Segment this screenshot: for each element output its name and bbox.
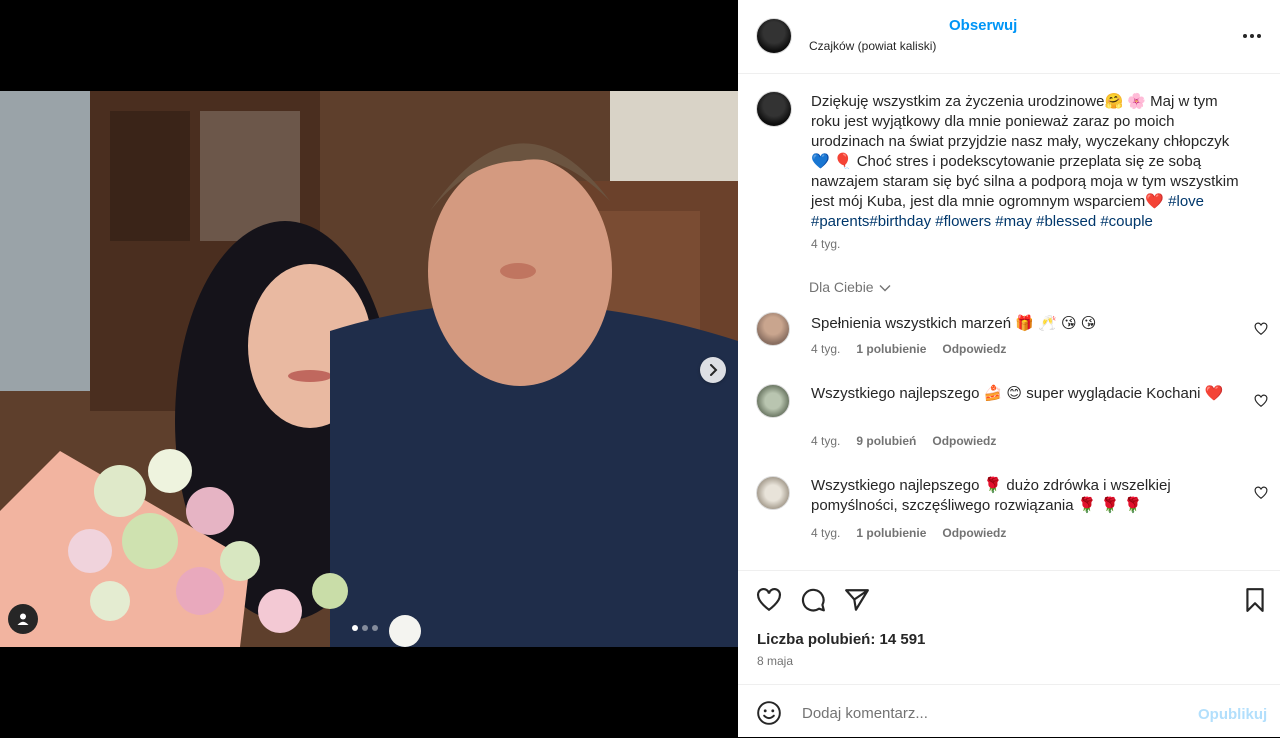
like-icon[interactable] — [756, 587, 782, 613]
comment-icon[interactable] — [800, 587, 826, 613]
post-caption: Dziękuję wszystkim za życzenia urodzinow… — [811, 92, 1241, 232]
author-avatar[interactable] — [756, 18, 792, 54]
follow-button[interactable]: Obserwuj — [949, 17, 1017, 34]
comment-text: Spełnienia wszystkich marzeń 🎁 🥂 😘 😘 — [811, 315, 1097, 332]
like-comment-icon[interactable] — [1254, 322, 1268, 336]
like-comment-icon[interactable] — [1254, 394, 1268, 408]
comment-likes[interactable]: 1 polubienie — [856, 526, 926, 540]
comment-likes[interactable]: 1 polubienie — [856, 342, 926, 356]
caption-timestamp: 4 tyg. — [811, 237, 841, 251]
chevron-down-icon — [879, 285, 891, 292]
reply-button[interactable]: Odpowiedz — [942, 526, 1006, 540]
carousel-dot-1 — [352, 625, 358, 631]
like-comment-icon[interactable] — [1254, 486, 1268, 500]
comment-likes[interactable]: 9 polubień — [856, 434, 916, 448]
likes-count[interactable]: Liczba polubień: 14 591 — [757, 631, 925, 648]
reply-button[interactable]: Odpowiedz — [942, 342, 1006, 356]
chevron-right-icon — [710, 364, 718, 376]
reply-button[interactable]: Odpowiedz — [932, 434, 996, 448]
comment-meta: 4 tyg. 9 polubień Odpowiedz — [811, 434, 996, 448]
publish-button[interactable]: Opublikuj — [1198, 706, 1267, 723]
for-you-label: Dla Ciebie — [809, 279, 874, 295]
user-icon — [17, 613, 29, 625]
carousel-dot-3 — [372, 625, 378, 631]
post-date: 8 maja — [757, 654, 794, 668]
bookmark-icon[interactable] — [1242, 587, 1268, 613]
add-comment-bar: Opublikuj — [738, 684, 1280, 738]
more-options-icon[interactable] — [1240, 24, 1264, 48]
comment-meta: 4 tyg. 1 polubienie Odpowiedz — [811, 342, 1006, 356]
for-you-dropdown[interactable]: Dla Ciebie — [809, 279, 891, 295]
commenter-avatar[interactable] — [756, 384, 790, 418]
comment-time: 4 tyg. — [811, 342, 841, 356]
comment-time: 4 tyg. — [811, 526, 841, 540]
post-header: Obserwuj Czajków (powiat kaliski) — [738, 0, 1280, 74]
location-link[interactable]: Czajków (powiat kaliski) — [809, 39, 936, 53]
tagged-users-button[interactable] — [8, 604, 38, 634]
commenter-avatar[interactable] — [756, 476, 790, 510]
photo-illustration — [0, 91, 738, 647]
post-photo[interactable] — [0, 91, 738, 647]
comment-meta: 4 tyg. 1 polubienie Odpowiedz — [811, 526, 1006, 540]
emoji-icon[interactable] — [756, 700, 782, 726]
caption-author-avatar[interactable] — [756, 91, 792, 127]
comment-text: Wszystkiego najlepszego 🌹 dużo zdrówka i… — [811, 477, 1171, 514]
share-icon[interactable] — [844, 587, 870, 613]
carousel-dot-2 — [362, 625, 368, 631]
action-bar — [738, 570, 1280, 631]
comment-input[interactable] — [800, 699, 1184, 727]
post-panel: Obserwuj Czajków (powiat kaliski) Dzięku… — [738, 0, 1280, 737]
comment-time: 4 tyg. — [811, 434, 841, 448]
commenter-avatar[interactable] — [756, 312, 790, 346]
comment-text: Wszystkiego najlepszego 🍰 😊 super wygląd… — [811, 385, 1224, 402]
media-viewer — [0, 0, 738, 737]
next-photo-button[interactable] — [700, 357, 726, 383]
carousel-indicator — [352, 625, 378, 631]
